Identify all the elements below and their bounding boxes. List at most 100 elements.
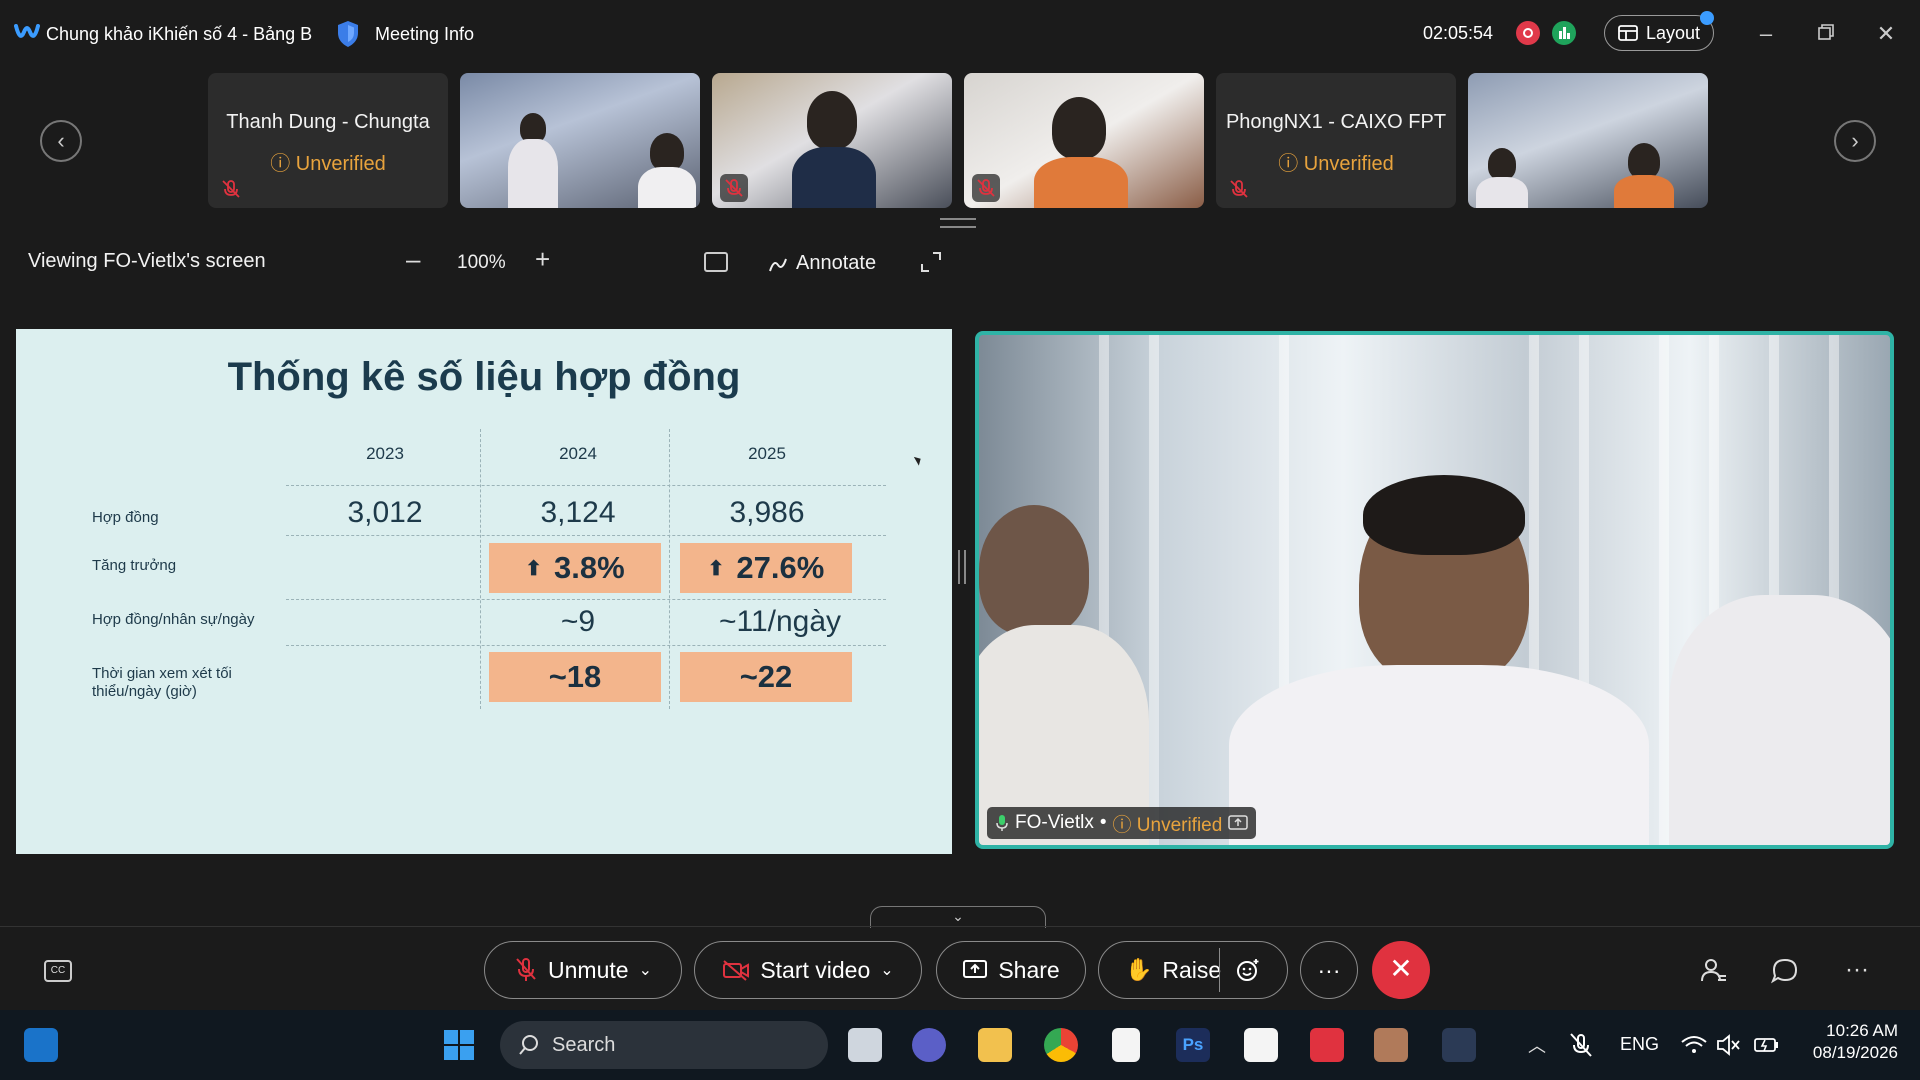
strip-resize-handle[interactable] xyxy=(940,218,976,228)
mouse-cursor-icon xyxy=(913,454,924,466)
language-indicator[interactable]: ENG xyxy=(1620,1034,1659,1055)
fullscreen-icon[interactable] xyxy=(920,251,942,273)
viewing-label: Viewing FO-Vietlx's screen xyxy=(28,250,266,272)
more-options-button[interactable]: ··· xyxy=(1300,941,1358,999)
muted-mic-icon xyxy=(516,958,536,981)
column-header: 2023 xyxy=(366,444,404,463)
chat-icon[interactable] xyxy=(1770,956,1800,986)
strip-prev-button[interactable]: ‹ xyxy=(40,120,82,162)
participant-video-tile[interactable] xyxy=(712,73,952,208)
collapse-tab[interactable]: ⌄ xyxy=(870,906,1046,928)
share-button[interactable]: Share xyxy=(936,941,1086,999)
restore-icon[interactable] xyxy=(1814,22,1838,46)
highlight-cell: ~22 xyxy=(680,652,852,702)
taskbar-search[interactable]: Search xyxy=(500,1021,828,1069)
widgets-icon[interactable] xyxy=(24,1028,58,1062)
reactions-icon[interactable] xyxy=(1235,957,1261,983)
arrow-up-icon: ⬆ xyxy=(525,557,543,580)
annotate-button[interactable]: Annotate xyxy=(768,252,876,275)
mic-muted-tray-icon[interactable] xyxy=(1566,1028,1596,1062)
participant-tile[interactable]: Thanh Dung - Chungta ⓘ Unverified xyxy=(208,73,448,208)
task-view-icon[interactable] xyxy=(848,1028,882,1062)
column-header: 2024 xyxy=(559,444,597,463)
participant-video-tile[interactable] xyxy=(460,73,700,208)
table-cell: 3,986 xyxy=(729,496,805,529)
chrome-icon[interactable] xyxy=(1044,1028,1078,1062)
meeting-info-link[interactable]: Meeting Info xyxy=(375,24,474,45)
start-video-button[interactable]: Start video ⌄ xyxy=(694,941,922,999)
participants-icon[interactable] xyxy=(1698,956,1728,986)
table-cell: ~9 xyxy=(560,605,596,638)
active-speaker-video[interactable]: FO-Vietlx • ⓘ Unverified xyxy=(975,331,1894,849)
zoom-level: 100% xyxy=(457,252,506,273)
network-stats-icon[interactable] xyxy=(1552,21,1576,45)
document-icon[interactable] xyxy=(1112,1028,1140,1062)
search-placeholder: Search xyxy=(552,1033,616,1056)
more-icon[interactable]: ··· xyxy=(1842,956,1872,986)
tray-chevron-icon[interactable]: ︿ xyxy=(1528,1032,1546,1058)
muted-mic-icon xyxy=(972,174,1000,202)
table-cell: ~11/ngày xyxy=(718,605,842,638)
volume-muted-icon[interactable] xyxy=(1716,1028,1742,1062)
zoom-out-button[interactable]: – xyxy=(406,244,420,275)
muted-mic-icon xyxy=(1230,180,1248,198)
more-label: ··· xyxy=(1317,956,1341,983)
row-label: Thời gian xem xét tối thiểu/ngày (giờ) xyxy=(92,665,232,700)
wifi-icon[interactable] xyxy=(1680,1028,1708,1062)
growth-cell: ⬆ 3.8% xyxy=(489,543,661,593)
minimize-icon[interactable]: – xyxy=(1754,22,1778,46)
title-bar: Chung khảo iKhiến số 4 - Bảng B Meeting … xyxy=(0,0,1920,68)
close-icon[interactable]: ✕ xyxy=(1874,22,1898,46)
closed-captions-button[interactable]: CC xyxy=(44,960,72,982)
layout-button[interactable]: Layout xyxy=(1604,15,1714,51)
taskbar-clock[interactable]: 10:26 AM 08/19/2026 xyxy=(1798,1020,1898,1064)
app-icon[interactable] xyxy=(1244,1028,1278,1062)
chevron-down-icon[interactable]: ⌄ xyxy=(639,960,652,980)
participant-video-tile[interactable] xyxy=(1468,73,1708,208)
archive-icon[interactable] xyxy=(1374,1028,1408,1062)
row-label: Hợp đồng/nhân sự/ngày xyxy=(92,611,255,628)
participant-name: PhongNX1 - CAIXO FPT xyxy=(1225,111,1447,133)
column-header: 2025 xyxy=(748,444,786,463)
row-label: Tăng trưởng xyxy=(92,557,177,574)
participant-tile[interactable]: PhongNX1 - CAIXO FPT ⓘ Unverified xyxy=(1216,73,1456,208)
speaker-label: FO-Vietlx • ⓘ Unverified xyxy=(987,807,1257,839)
battery-icon[interactable] xyxy=(1752,1028,1780,1062)
unverified-badge: ⓘ Unverified xyxy=(1278,153,1394,175)
webex-taskbar-icon[interactable] xyxy=(1442,1028,1476,1062)
video-off-icon xyxy=(723,960,750,981)
mic-icon xyxy=(996,815,1008,831)
photoshop-icon[interactable]: Ps xyxy=(1176,1028,1210,1062)
teams-chat-icon[interactable] xyxy=(912,1028,946,1062)
leave-meeting-button[interactable]: ✕ xyxy=(1372,941,1430,999)
unmute-button[interactable]: Unmute ⌄ xyxy=(484,941,682,999)
muted-mic-icon xyxy=(222,180,240,198)
shared-screen-slide: Thống kê số liệu hợp đồng 2023 2024 2025… xyxy=(16,329,952,854)
recording-icon[interactable] xyxy=(1516,21,1540,45)
participant-video-tile[interactable] xyxy=(964,73,1204,208)
share-screen-icon xyxy=(1228,815,1249,830)
webex-logo-icon xyxy=(14,24,40,38)
split-resize-handle[interactable] xyxy=(958,550,966,584)
clock-time: 10:26 AM xyxy=(1826,1021,1898,1040)
muted-mic-icon xyxy=(720,174,748,202)
screen-view-icon[interactable] xyxy=(704,252,728,272)
layout-icon xyxy=(1618,25,1638,41)
file-explorer-icon[interactable] xyxy=(978,1028,1012,1062)
wps-office-icon[interactable] xyxy=(1310,1028,1344,1062)
start-video-label: Start video xyxy=(760,956,871,983)
chevron-down-icon[interactable]: ⌄ xyxy=(880,960,893,980)
zoom-in-button[interactable]: + xyxy=(535,244,550,275)
table-cell: 3,012 xyxy=(347,496,423,529)
raise-label: Raise xyxy=(1162,956,1222,983)
raise-hand-button[interactable]: ✋ Raise xyxy=(1098,941,1288,999)
strip-next-button[interactable]: › xyxy=(1834,120,1876,162)
unverified-badge: ⓘ Unverified xyxy=(270,153,386,175)
windows-start-icon[interactable] xyxy=(442,1028,476,1062)
participant-name: Thanh Dung - Chungta xyxy=(226,111,430,133)
table-cell: 3,124 xyxy=(540,496,616,529)
speaker-name: FO-Vietlx xyxy=(1015,812,1094,833)
notification-dot xyxy=(1700,11,1714,25)
share-label: Share xyxy=(998,956,1060,983)
shield-icon[interactable] xyxy=(336,20,360,48)
